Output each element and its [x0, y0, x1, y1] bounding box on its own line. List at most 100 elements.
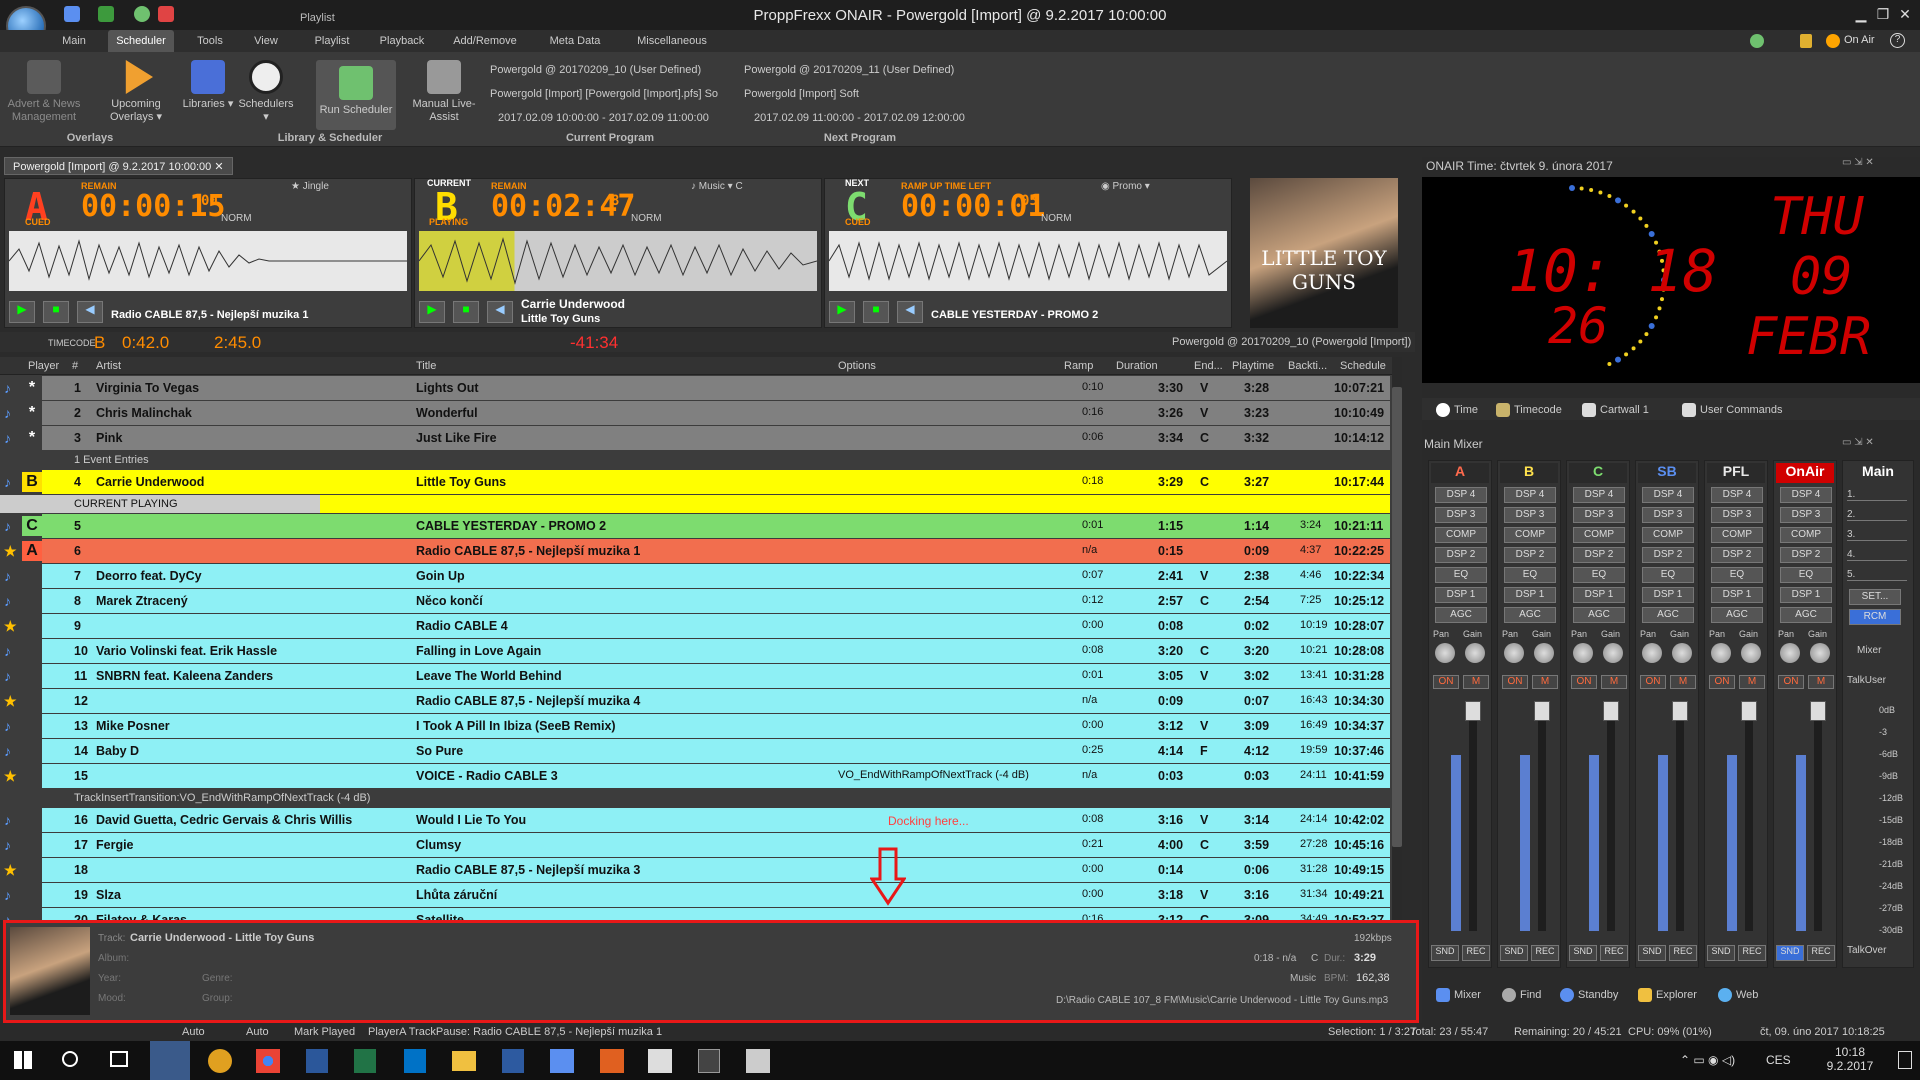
rec-button[interactable]: REC: [1738, 945, 1766, 961]
channel-fader[interactable]: [1810, 701, 1826, 931]
dsp-slot[interactable]: DSP 1: [1711, 587, 1763, 603]
gain-knob[interactable]: [1465, 643, 1485, 663]
play-button[interactable]: ▶: [419, 301, 445, 323]
table-row[interactable]: ★ A 6 Radio CABLE 87,5 - Nejlepší muzika 1 n…: [0, 539, 1390, 563]
run-scheduler-button[interactable]: Run Scheduler: [316, 60, 396, 130]
menu-scheduler[interactable]: Scheduler: [108, 30, 174, 52]
dsp-slot[interactable]: DSP 2: [1780, 547, 1832, 563]
tab-find[interactable]: Find: [1502, 988, 1541, 1002]
on-button[interactable]: ON: [1502, 675, 1528, 689]
schedulers-button[interactable]: Schedulers ▾: [236, 60, 296, 124]
snd-button[interactable]: SND: [1776, 945, 1804, 961]
fader-thumb[interactable]: [1741, 701, 1757, 721]
dsp-slot[interactable]: DSP 3: [1780, 507, 1832, 523]
channel-name[interactable]: A: [1431, 463, 1489, 483]
dsp-slot[interactable]: DSP 1: [1780, 587, 1832, 603]
table-row[interactable]: ♪ 7 Deorro feat. DyCy Goin Up 0:07 2:41 V 2:38 4…: [0, 564, 1390, 588]
mute-button[interactable]: M: [1808, 675, 1834, 689]
menu-tools[interactable]: Tools: [188, 30, 232, 52]
dsp-slot[interactable]: DSP 2: [1573, 547, 1625, 563]
search-icon[interactable]: [62, 1051, 78, 1067]
dsp-slot[interactable]: DSP 2: [1711, 547, 1763, 563]
rec-button[interactable]: REC: [1807, 945, 1835, 961]
snd-button[interactable]: SND: [1500, 945, 1528, 961]
set-button[interactable]: SET...: [1849, 589, 1901, 605]
channel-name[interactable]: OnAir: [1776, 463, 1834, 483]
menu-playback[interactable]: Playback: [370, 30, 434, 52]
col-player[interactable]: Player: [28, 360, 59, 372]
tab-web[interactable]: Web: [1718, 988, 1758, 1002]
dsp-slot[interactable]: AGC: [1780, 607, 1832, 623]
table-row[interactable]: ♪ * 2 Chris Malinchak Wonderful 0:16 3:26 V 3:23…: [0, 401, 1390, 425]
libraries-button[interactable]: Libraries ▾: [180, 60, 236, 111]
mute-button[interactable]: M: [1532, 675, 1558, 689]
rec-button[interactable]: REC: [1669, 945, 1697, 961]
mixer-window-icons[interactable]: ▭ ⇲ ✕: [1842, 437, 1874, 448]
run-icon[interactable]: [98, 6, 114, 22]
snd-button[interactable]: SND: [1431, 945, 1459, 961]
dsp-slot[interactable]: COMP: [1711, 527, 1763, 543]
table-row[interactable]: ♪ 14 Baby D So Pure 0:25 4:14 F 4:12 19:59 10:37:…: [0, 739, 1390, 763]
dsp-slot[interactable]: DSP 4: [1711, 487, 1763, 503]
gain-knob[interactable]: [1672, 643, 1692, 663]
advert-news-button[interactable]: Advert & News Management: [4, 60, 84, 124]
main-slot[interactable]: 4.: [1847, 549, 1907, 561]
col-num[interactable]: #: [72, 360, 78, 372]
col-title[interactable]: Title: [416, 360, 436, 372]
rec-button[interactable]: REC: [1531, 945, 1559, 961]
mute-button[interactable]: M: [1601, 675, 1627, 689]
pan-knob[interactable]: [1711, 643, 1731, 663]
main-slot[interactable]: 5.: [1847, 569, 1907, 581]
dsp-slot[interactable]: EQ: [1642, 567, 1694, 583]
channel-fader[interactable]: [1465, 701, 1481, 931]
table-row[interactable]: ♪ * 3 Pink Just Like Fire 0:06 3:34 C 3:32 10:14:…: [0, 426, 1390, 450]
dsp-slot[interactable]: AGC: [1573, 607, 1625, 623]
play-button[interactable]: ▶: [9, 301, 35, 323]
mute-button[interactable]: M: [1739, 675, 1765, 689]
rcm-button[interactable]: RCM: [1849, 609, 1901, 625]
waveform[interactable]: [8, 231, 407, 291]
col-artist[interactable]: Artist: [96, 360, 121, 372]
dsp-slot[interactable]: DSP 2: [1642, 547, 1694, 563]
dsp-slot[interactable]: EQ: [1504, 567, 1556, 583]
waveform[interactable]: [418, 231, 818, 291]
main-slot[interactable]: 1.: [1847, 489, 1907, 501]
scrollbar-thumb[interactable]: [1392, 387, 1402, 847]
pan-knob[interactable]: [1504, 643, 1524, 663]
menu-main[interactable]: Main: [52, 30, 96, 52]
table-row[interactable]: ★ 9 Radio CABLE 4 0:00 0:08 0:02 10:19 10:28:07: [0, 614, 1390, 638]
onair-icon[interactable]: [1826, 34, 1840, 48]
category-select[interactable]: ★ Jingle: [291, 181, 329, 192]
pan-knob[interactable]: [1573, 643, 1593, 663]
on-button[interactable]: ON: [1778, 675, 1804, 689]
manual-live-assist-button[interactable]: Manual Live-Assist: [404, 60, 484, 124]
dsp-slot[interactable]: EQ: [1435, 567, 1487, 583]
dsp-slot[interactable]: DSP 1: [1504, 587, 1556, 603]
maximize-icon[interactable]: ❐: [1874, 6, 1892, 24]
auto-toggle-2[interactable]: Auto: [246, 1026, 269, 1038]
close-icon[interactable]: ✕: [1896, 6, 1914, 24]
col-backtime[interactable]: Backti...: [1288, 360, 1327, 372]
menu-miscellaneous[interactable]: Miscellaneous: [628, 30, 716, 52]
rewind-button[interactable]: ◀: [897, 301, 923, 323]
channel-name[interactable]: B: [1500, 463, 1558, 483]
tray-icons[interactable]: ⌃ ▭ ◉ ◁): [1680, 1053, 1735, 1067]
excel-icon[interactable]: [354, 1049, 376, 1073]
word-icon[interactable]: [306, 1049, 328, 1073]
dsp-slot[interactable]: DSP 4: [1780, 487, 1832, 503]
col-end[interactable]: End...: [1194, 360, 1223, 372]
channel-fader[interactable]: [1603, 701, 1619, 931]
rewind-button[interactable]: ◀: [77, 301, 103, 323]
help-icon[interactable]: ?: [1890, 33, 1905, 48]
windows-start-icon[interactable]: [14, 1051, 32, 1069]
channel-name[interactable]: C: [1569, 463, 1627, 483]
channel-name[interactable]: PFL: [1707, 463, 1765, 483]
tab-explorer[interactable]: Explorer: [1638, 988, 1697, 1002]
dsp-slot[interactable]: COMP: [1504, 527, 1556, 543]
dsp-slot[interactable]: EQ: [1780, 567, 1832, 583]
user-icon[interactable]: [1750, 34, 1764, 48]
table-row[interactable]: ♪ 10 Vario Volinski feat. Erik Hassle Falli…: [0, 639, 1390, 663]
col-schedule[interactable]: Schedule: [1340, 360, 1386, 372]
table-row[interactable]: ♪ 16 David Guetta, Cedric Gervais & Chris …: [0, 808, 1390, 832]
grid-scrollbar[interactable]: [1392, 357, 1402, 920]
